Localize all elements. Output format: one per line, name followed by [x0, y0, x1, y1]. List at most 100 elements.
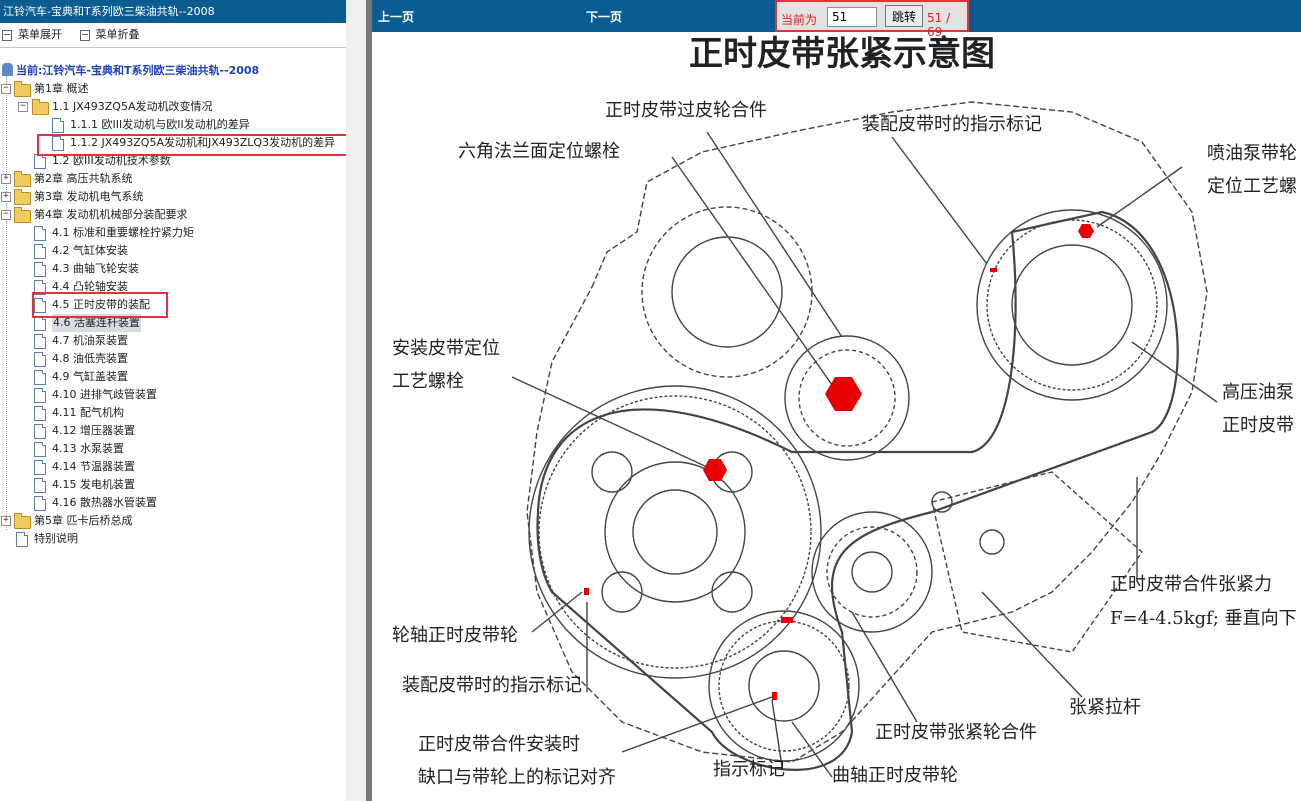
folder-icon	[14, 513, 31, 529]
hp-pump-label-line2: 正时皮带	[1222, 415, 1294, 436]
current-page-label: 当前为	[781, 13, 818, 27]
panel-title: 江铃汽车-宝典和T系列欧三柴油共轨--2008	[0, 0, 346, 23]
tree-item-4-9[interactable]: 4.9 气缸盖装置	[0, 368, 346, 386]
tree-chapter-1[interactable]: − 第1章 概述	[0, 80, 346, 98]
document-icon	[52, 118, 64, 133]
tree-item-4-3[interactable]: 4.3 曲轴飞轮安装	[0, 260, 346, 278]
collapse-toggle-icon[interactable]: −	[1, 84, 11, 94]
folder-icon	[14, 81, 31, 97]
tree-item-4-1[interactable]: 4.1 标准和重要螺栓拧紧力矩	[0, 224, 346, 242]
crank-mark-marker	[781, 617, 793, 623]
document-icon	[34, 154, 46, 169]
hex-bolt-label: 六角法兰面定位螺栓	[458, 141, 620, 162]
tree-item-4-4[interactable]: 4.4 凸轮轴安装	[0, 278, 346, 296]
expand-toggle-icon[interactable]: +	[1, 192, 11, 202]
book-icon	[2, 63, 13, 76]
page-number-input[interactable]	[827, 7, 877, 27]
document-icon	[34, 478, 46, 493]
tree-chapter-3[interactable]: + 第3章 发动机电气系统	[0, 188, 346, 206]
tree-root[interactable]: 当前:江铃汽车-宝典和T系列欧三柴油共轨--2008	[0, 62, 346, 80]
cam-mark-marker	[584, 588, 589, 595]
document-icon	[52, 136, 64, 151]
locate-bolt-label-line2: 工艺螺栓	[392, 371, 464, 392]
document-icon	[34, 352, 46, 367]
document-icon	[34, 406, 46, 421]
install-mark-label: 装配皮带时的指示标记	[862, 114, 1042, 135]
tensioner-label: 正时皮带张紧轮合件	[875, 722, 1037, 743]
expand-toggle-icon[interactable]: +	[1, 516, 11, 526]
tree-chapter-2[interactable]: + 第2章 高压共轨系统	[0, 170, 346, 188]
tree-item-1-1-2[interactable]: 1.1.2 JX493ZQ5A发动机和JX493ZLQ3发动机的差异	[0, 134, 346, 152]
folder-icon	[14, 189, 31, 205]
tree-item-4-5[interactable]: 4.5 正时皮带的装配	[0, 296, 346, 314]
tensioner-rod-label: 张紧拉杆	[1069, 697, 1141, 718]
tree-item-4-16[interactable]: 4.16 散热器水管装置	[0, 494, 346, 512]
tree-section-1-1[interactable]: − 1.1 JX493ZQ5A发动机改变情况	[0, 98, 346, 116]
document-icon	[34, 334, 46, 349]
diagram-labels: 正时皮带过皮轮合件 装配皮带时的指示标记 六角法兰面定位螺栓 喷油泵带轮 定位工…	[392, 100, 1297, 788]
collapse-menu-button[interactable]: 菜单折叠	[79, 23, 140, 47]
tree-item-4-15[interactable]: 4.15 发电机装置	[0, 476, 346, 494]
document-icon	[34, 280, 46, 295]
tree-item-4-14[interactable]: 4.14 节温器装置	[0, 458, 346, 476]
expand-menu-button[interactable]: 菜单展开	[2, 23, 62, 47]
locate-bolt-label-line1: 安装皮带定位	[392, 338, 500, 359]
pump-label-line2: 定位工艺螺	[1207, 176, 1297, 197]
timing-belt-diagram: 正时皮带张紧示意图 正时皮带过皮轮合件 装配皮带时的指示标记 六角法兰面定位螺栓…	[392, 34, 1297, 788]
tree-item-4-12[interactable]: 4.12 增压器装置	[0, 422, 346, 440]
indicator-label: 指示标记	[713, 759, 785, 780]
tree-item-1-1-1[interactable]: 1.1.1 欧III发动机与欧II发动机的差异	[0, 116, 346, 134]
tree-toolbar: 菜单展开 菜单折叠	[0, 23, 346, 48]
document-icon	[34, 424, 46, 439]
document-icon	[34, 442, 46, 457]
tree-item-4-11[interactable]: 4.11 配气机构	[0, 404, 346, 422]
crank-pulley-label: 曲轴正时皮带轮	[832, 765, 958, 786]
expand-icon	[2, 29, 12, 41]
collapse-toggle-icon[interactable]: −	[1, 210, 11, 220]
tree-item-1-2[interactable]: 1.2 欧III发动机技术参数	[0, 152, 346, 170]
locating-bolt-marker	[703, 459, 727, 481]
folder-icon	[32, 99, 49, 115]
collapse-menu-label: 菜单折叠	[95, 28, 140, 41]
document-icon	[34, 226, 46, 241]
tree-chapter-5[interactable]: + 第5章 匹卡后桥总成	[0, 512, 346, 530]
pump-bolt-marker	[1078, 224, 1094, 238]
tension-label-line2: F=4-4.5kgf; 垂直向下	[1110, 608, 1297, 629]
document-icon	[34, 388, 46, 403]
panel-splitter[interactable]	[346, 0, 366, 801]
expand-toggle-icon[interactable]: +	[1, 174, 11, 184]
cam-wheel-label: 轮轴正时皮带轮	[392, 625, 518, 646]
tree-item-4-6[interactable]: 4.6 活塞连杆装置	[0, 314, 346, 332]
document-icon	[16, 532, 28, 547]
notch-label-line1: 正时皮带合件安装时	[418, 734, 580, 755]
tree-item-4-7[interactable]: 4.7 机油泵装置	[0, 332, 346, 350]
tree-panel: 江铃汽车-宝典和T系列欧三柴油共轨--2008 菜单展开 菜单折叠 当前:江铃汽…	[0, 0, 346, 801]
document-icon	[34, 460, 46, 475]
tree-item-4-13[interactable]: 4.13 水泵装置	[0, 440, 346, 458]
install-mark-marker	[990, 268, 997, 272]
document-icon	[34, 316, 46, 331]
jump-button[interactable]: 跳转	[885, 5, 923, 27]
document-icon	[34, 370, 46, 385]
viewer-navbar: 上一页 下一页 当前为 跳转 51 / 69	[372, 0, 1301, 39]
tree-item-4-8[interactable]: 4.8 油低壳装置	[0, 350, 346, 368]
collapse-toggle-icon[interactable]: −	[18, 102, 28, 112]
next-page-link[interactable]: 下一页	[586, 8, 622, 25]
tree-chapter-4[interactable]: − 第4章 发动机机械部分装配要求	[0, 206, 346, 224]
tree-item-4-2[interactable]: 4.2 气缸体安装	[0, 242, 346, 260]
page-jump-box: 当前为 跳转 51 / 69	[775, 0, 969, 39]
page-viewer: 上一页 下一页 当前为 跳转 51 / 69 正时皮带张紧示意图	[372, 0, 1301, 801]
tree-item-special[interactable]: 特别说明	[0, 530, 346, 548]
pump-label-line1: 喷油泵带轮	[1207, 143, 1297, 164]
document-icon	[34, 298, 46, 313]
tree-item-4-10[interactable]: 4.10 进排气歧管装置	[0, 386, 346, 404]
notch-label-line2: 缺口与带轮上的标记对齐	[418, 767, 616, 788]
tension-label-line1: 正时皮带合件张紧力	[1110, 574, 1272, 595]
indicator-mark-marker	[772, 692, 777, 700]
install-mark-label-2: 装配皮带时的指示标记	[402, 675, 582, 696]
document-icon	[34, 262, 46, 277]
folder-icon	[14, 207, 31, 223]
chapter-tree: 当前:江铃汽车-宝典和T系列欧三柴油共轨--2008 − 第1章 概述 − 1.…	[0, 62, 346, 548]
prev-page-link[interactable]: 上一页	[378, 8, 414, 25]
engine-drawing	[511, 101, 1218, 778]
